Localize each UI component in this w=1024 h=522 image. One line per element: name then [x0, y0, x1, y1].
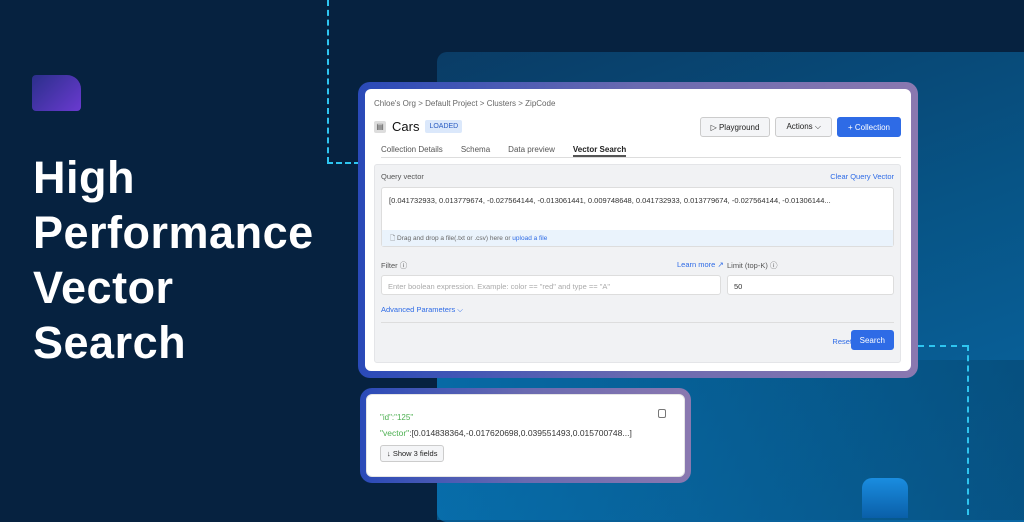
reset-button[interactable]: Reset [832, 337, 852, 346]
query-vector-input[interactable]: [0.041732933, 0.013779674, -0.027564144,… [381, 187, 894, 247]
tab-data-preview[interactable]: Data preview [508, 145, 555, 157]
dashed-line [327, 0, 329, 163]
vector-search-panel: Query vector Clear Query Vector [0.04173… [374, 164, 901, 363]
learn-more-text: Learn more [677, 260, 716, 269]
copy-icon[interactable] [658, 409, 666, 418]
search-window: Chloe's Org > Default Project > Clusters… [358, 82, 918, 378]
upload-file-link[interactable]: upload a file [512, 235, 547, 242]
limit-input[interactable]: 50 [727, 275, 894, 295]
headline-line: High [33, 152, 135, 203]
vector-key: "vector" [380, 428, 410, 438]
drop-text: Drag and drop a file(.txt or .csv) here … [397, 235, 511, 242]
tab-vector-search[interactable]: Vector Search [572, 145, 627, 157]
show-fields-button[interactable]: ↓ Show 3 fields [380, 445, 445, 462]
file-drop-zone[interactable]: 🗋 Drag and drop a file(.txt or .csv) her… [382, 230, 893, 246]
vector-value: :[0.014838364,-0.017620698,0.039551493,0… [409, 428, 632, 438]
learn-more-link[interactable]: Learn more ↗ [677, 260, 724, 269]
tabs: Collection Details Schema Data preview V… [381, 145, 901, 158]
playground-button[interactable]: ▷ Playground [699, 117, 771, 137]
limit-label: Limit (top-K) ⓘ [727, 260, 777, 271]
external-link-icon: ↗ [717, 260, 724, 269]
file-icon: 🗋 [390, 235, 398, 242]
decorative-shape [32, 75, 81, 111]
filter-label: Filter ⓘ [381, 260, 407, 271]
filter-label-text: Filter [381, 261, 398, 270]
headline: High Performance Vector Search [33, 150, 314, 370]
dashed-line [918, 345, 968, 347]
id-value: :"125" [391, 413, 414, 422]
search-button[interactable]: Search [850, 330, 894, 350]
breadcrumb[interactable]: Chloe's Org > Default Project > Clusters… [374, 99, 555, 108]
decorative-shape [862, 478, 908, 518]
dashed-line [967, 345, 969, 515]
collection-name: Cars [392, 119, 420, 134]
info-icon[interactable]: ⓘ [770, 261, 778, 270]
headline-line: Search [33, 317, 187, 368]
id-key: "id" [380, 413, 392, 422]
actions-button[interactable]: Actions ⌵ [775, 117, 832, 137]
result-window: "id":"125" "vector":[0.014838364,-0.0176… [360, 388, 691, 483]
collection-title: ▤ Cars LOADED [374, 119, 463, 134]
query-vector-label: Query vector [381, 172, 424, 181]
dashed-line [327, 162, 360, 164]
result-id: "id":"125" [380, 413, 413, 422]
divider [381, 322, 894, 323]
filter-input[interactable]: Enter boolean expression. Example: color… [381, 275, 721, 295]
query-vector-value: [0.041732933, 0.013779674, -0.027564144,… [389, 196, 831, 205]
tab-schema[interactable]: Schema [461, 145, 490, 157]
advanced-parameters-toggle[interactable]: Advanced Parameters ⌵ [381, 305, 463, 315]
add-collection-button[interactable]: + Collection [836, 117, 901, 137]
collection-icon: ▤ [374, 120, 386, 133]
headline-line: Performance [33, 207, 314, 258]
headline-line: Vector [33, 262, 174, 313]
status-badge: LOADED [425, 120, 463, 133]
info-icon[interactable]: ⓘ [400, 261, 408, 270]
clear-query-vector-link[interactable]: Clear Query Vector [830, 172, 894, 181]
limit-label-text: Limit (top-K) [727, 261, 768, 270]
tab-collection-details[interactable]: Collection Details [381, 145, 443, 157]
result-vector: "vector":[0.014838364,-0.017620698,0.039… [380, 428, 632, 438]
